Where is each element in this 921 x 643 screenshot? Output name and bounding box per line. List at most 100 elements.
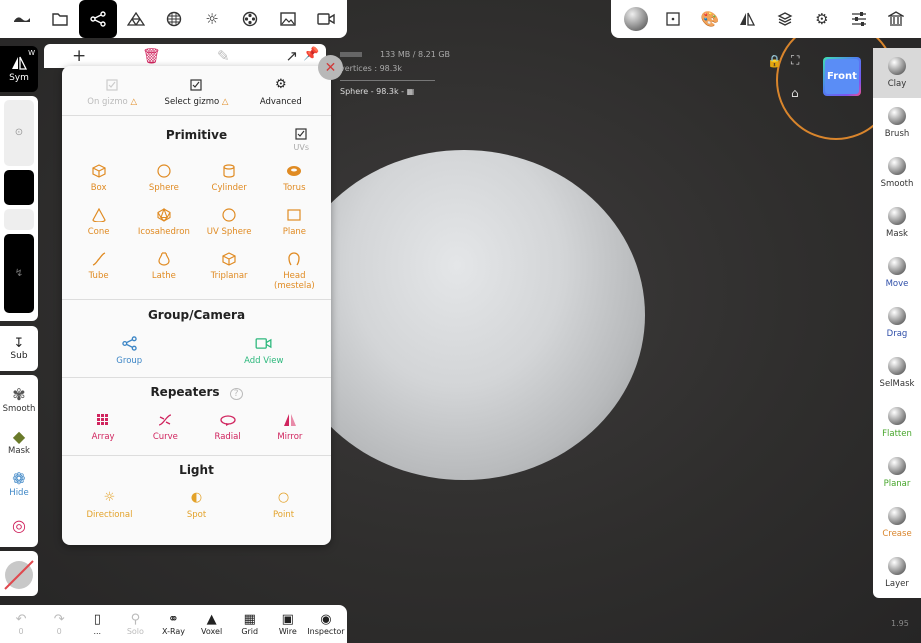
array-icon bbox=[96, 411, 110, 428]
expand-icon[interactable]: ↗ bbox=[285, 47, 298, 65]
primitive-head-mestela[interactable]: Head (mestela) bbox=[262, 250, 327, 291]
fullscreen-icon[interactable]: ⛶ bbox=[791, 53, 799, 68]
folder-icon[interactable] bbox=[41, 0, 79, 38]
primitive-lathe[interactable]: Lathe bbox=[131, 250, 196, 291]
texture-icon[interactable] bbox=[155, 0, 193, 38]
video-camera-icon[interactable] bbox=[307, 0, 345, 38]
memory-bar bbox=[340, 52, 362, 57]
repeater-radial[interactable]: Radial bbox=[198, 411, 258, 442]
head-mestela-icon bbox=[288, 250, 301, 267]
quick-tool-hide[interactable]: ❁ Hide bbox=[0, 463, 38, 505]
plane-icon bbox=[287, 206, 301, 223]
light-label: Point bbox=[272, 510, 295, 520]
light-spot[interactable]: ◐ Spot bbox=[157, 489, 237, 520]
quick-tool-picker[interactable]: ◎ bbox=[0, 505, 38, 547]
light-directional[interactable]: ☼ Directional bbox=[70, 489, 150, 520]
bottom-wire-7[interactable]: ▣ Wire bbox=[269, 605, 307, 643]
primitive-label: Tube bbox=[88, 271, 109, 281]
mirror-icon[interactable] bbox=[732, 4, 762, 34]
primitive-icosahedron[interactable]: Icosahedron bbox=[131, 206, 196, 237]
subtract-toggle[interactable]: ↧ Sub bbox=[0, 326, 38, 371]
tool-drag[interactable]: Drag bbox=[873, 298, 921, 348]
quick-tool-mask[interactable]: ◆ Mask bbox=[0, 420, 38, 462]
group-button[interactable]: Group bbox=[79, 335, 179, 366]
close-button[interactable]: ✕ bbox=[318, 55, 343, 80]
sliders-icon[interactable] bbox=[844, 4, 874, 34]
brush-icon bbox=[888, 107, 906, 125]
film-reel-icon[interactable] bbox=[231, 0, 269, 38]
intensity-slider[interactable] bbox=[4, 208, 34, 230]
bottom-0-0[interactable]: ↶ 0 bbox=[2, 605, 40, 643]
symmetry-icon bbox=[11, 56, 27, 70]
object-dots-icon[interactable]: ▦ bbox=[407, 87, 415, 96]
help-icon[interactable]: ? bbox=[229, 388, 243, 400]
tool-selmask[interactable]: SelMask bbox=[873, 348, 921, 398]
tool-clay[interactable]: Clay bbox=[873, 48, 921, 98]
sun-icon[interactable]: ☼ bbox=[193, 0, 231, 38]
primitive-label: Lathe bbox=[151, 271, 176, 281]
primitive-cone[interactable]: Cone bbox=[66, 206, 131, 237]
bottom-solo-3[interactable]: ⚲ Solo bbox=[116, 605, 154, 643]
dotted-square-icon[interactable] bbox=[658, 4, 688, 34]
intensity-slider-fill[interactable]: ↯ bbox=[4, 233, 34, 313]
material-sphere-icon[interactable] bbox=[621, 4, 651, 34]
primitive-sphere[interactable]: Sphere bbox=[131, 162, 196, 193]
material-preview[interactable] bbox=[0, 551, 38, 596]
radius-slider-fill[interactable] bbox=[4, 169, 34, 205]
bottom-item-2[interactable]: ▯... bbox=[78, 605, 116, 643]
light-point[interactable]: ○ Point bbox=[244, 489, 324, 520]
selected-object-text[interactable]: Sphere - 98.3k - bbox=[340, 87, 404, 96]
tool-mask[interactable]: Mask bbox=[873, 198, 921, 248]
radius-slider[interactable]: ⊙ bbox=[4, 100, 34, 166]
add-view-label: Add View bbox=[244, 356, 284, 366]
edit-icon[interactable]: ✎ bbox=[217, 47, 230, 65]
view-cube[interactable]: Front bbox=[823, 57, 861, 96]
image-icon[interactable] bbox=[269, 0, 307, 38]
sphere-mesh[interactable] bbox=[283, 150, 645, 480]
tool-layer[interactable]: Layer bbox=[873, 548, 921, 598]
advanced-button[interactable]: ⚙ Advanced bbox=[241, 76, 321, 107]
tool-move[interactable]: Move bbox=[873, 248, 921, 298]
symmetry-toggle[interactable]: Sym W bbox=[0, 46, 38, 92]
tool-brush[interactable]: Brush bbox=[873, 98, 921, 148]
directional-light-icon: ☼ bbox=[103, 490, 116, 505]
bottom-0-1[interactable]: ↷ 0 bbox=[40, 605, 78, 643]
bottom-voxel-5[interactable]: ▲ Voxel bbox=[193, 605, 231, 643]
primitive-triplanar[interactable]: Triplanar bbox=[197, 250, 262, 291]
on-gizmo-toggle[interactable]: On gizmo △ bbox=[72, 76, 152, 107]
view-cube-face[interactable]: Front bbox=[825, 59, 859, 94]
bottom-grid-6[interactable]: ▦ Grid bbox=[231, 605, 269, 643]
topology-icon[interactable] bbox=[117, 0, 155, 38]
repeater-mirror[interactable]: Mirror bbox=[260, 411, 320, 442]
tool-label: Planar bbox=[883, 479, 911, 489]
quick-tool-smooth[interactable]: ✾ Smooth bbox=[0, 378, 38, 420]
gear-icon[interactable]: ⚙ bbox=[807, 4, 837, 34]
museum-icon[interactable] bbox=[881, 4, 911, 34]
primitive-uv-sphere[interactable]: UV Sphere bbox=[197, 206, 262, 237]
uvs-toggle[interactable]: UVs bbox=[294, 128, 309, 152]
palette-icon[interactable]: 🎨 bbox=[695, 4, 725, 34]
primitive-box[interactable]: Box bbox=[66, 162, 131, 193]
layers-icon[interactable] bbox=[770, 4, 800, 34]
primitive-plane[interactable]: Plane bbox=[262, 206, 327, 237]
add-view-button[interactable]: Add View bbox=[214, 335, 314, 366]
home-icon[interactable]: ⌂ bbox=[791, 86, 799, 100]
tool-smooth[interactable]: Smooth bbox=[873, 148, 921, 198]
tool-flatten[interactable]: Flatten bbox=[873, 398, 921, 448]
repeater-curve[interactable]: Curve bbox=[135, 411, 195, 442]
add-icon[interactable]: + bbox=[72, 46, 86, 66]
trash-icon[interactable]: 🗑 bbox=[142, 47, 161, 65]
sculptgl-logo-icon[interactable] bbox=[3, 0, 41, 38]
tool-crease[interactable]: Crease bbox=[873, 498, 921, 548]
scene-graph-icon[interactable] bbox=[79, 0, 117, 38]
layer-icon bbox=[888, 557, 906, 575]
select-gizmo-toggle[interactable]: Select gizmo △ bbox=[156, 76, 236, 107]
repeater-array[interactable]: Array bbox=[73, 411, 133, 442]
lock-icon[interactable]: 🔒 bbox=[767, 54, 782, 68]
bottom-x-ray-4[interactable]: ⚭ X-Ray bbox=[154, 605, 192, 643]
primitive-tube[interactable]: Tube bbox=[66, 250, 131, 291]
tool-planar[interactable]: Planar bbox=[873, 448, 921, 498]
primitive-torus[interactable]: Torus bbox=[262, 162, 327, 193]
primitive-cylinder[interactable]: Cylinder bbox=[197, 162, 262, 193]
bottom-inspector-8[interactable]: ◉ Inspector bbox=[307, 605, 345, 643]
